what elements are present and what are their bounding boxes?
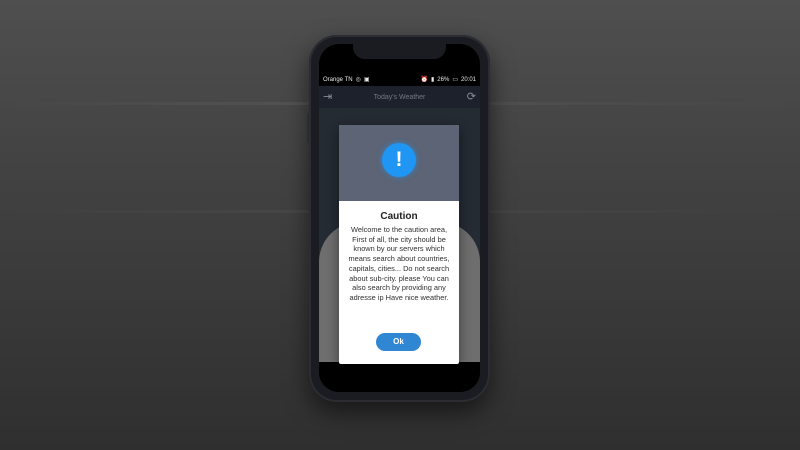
clock-label: 20:01 — [460, 77, 476, 83]
battery-label: 26% — [437, 77, 450, 83]
signal-icon: ▮ — [430, 77, 435, 83]
dialog-header: ! — [339, 125, 459, 201]
carrier-label: Orange TN — [323, 77, 353, 83]
dialog-title: Caution — [380, 211, 418, 222]
phone-notch — [353, 44, 446, 59]
notification-icon: ◎ — [355, 77, 361, 83]
battery-icon: ▭ — [452, 77, 458, 83]
dialog-message: Welcome to the caution area, First of al… — [348, 225, 450, 302]
image-icon: ▣ — [363, 77, 370, 83]
ok-button[interactable]: Ok — [376, 333, 421, 351]
caution-dialog: ! Caution Welcome to the caution area, F… — [339, 125, 459, 364]
alarm-icon: ⏰ — [420, 77, 428, 83]
navigation-area — [319, 362, 480, 392]
phone-frame: Orange TN ◎ ▣ ⏰ ▮ 26% ▭ 20:01 ⇥ Today's … — [307, 35, 490, 402]
status-bar: Orange TN ◎ ▣ ⏰ ▮ 26% ▭ 20:01 — [319, 74, 480, 86]
alert-icon: ! — [382, 143, 416, 177]
